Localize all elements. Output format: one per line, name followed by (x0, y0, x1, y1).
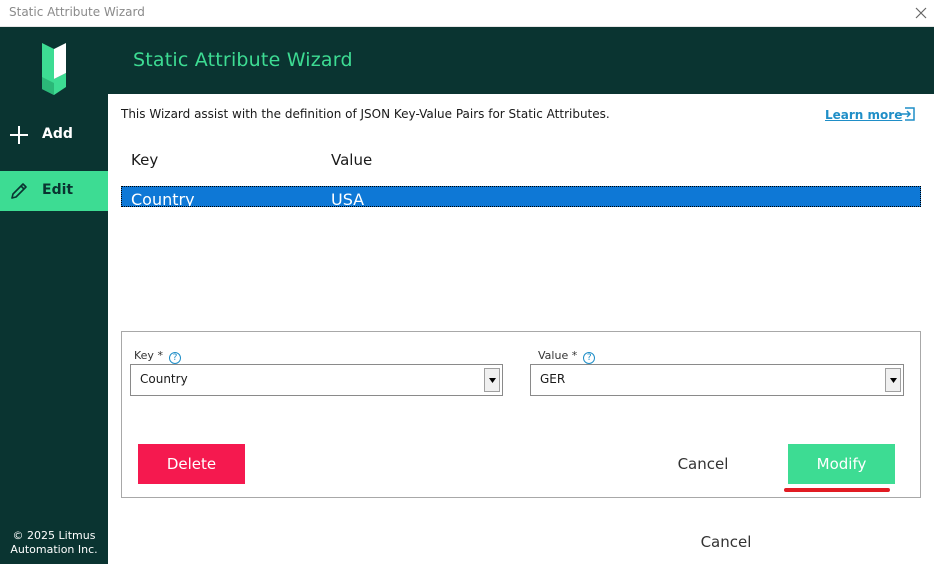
key-dropdown-button[interactable] (484, 368, 500, 392)
window-title: Static Attribute Wizard (9, 5, 145, 19)
value-combobox-value: GER (540, 372, 566, 386)
highlight-underline (784, 488, 890, 492)
close-button[interactable] (910, 2, 932, 24)
close-icon (915, 7, 927, 19)
cell-value: USA (331, 190, 365, 207)
learn-more-link[interactable]: Learn more (825, 108, 902, 122)
form-cancel-button[interactable]: Cancel (660, 444, 746, 484)
modify-button[interactable]: Modify (788, 444, 895, 484)
pencil-icon (11, 183, 27, 199)
value-combobox[interactable]: GER (530, 364, 904, 396)
key-help-icon[interactable]: ? (168, 352, 181, 364)
plus-icon (10, 126, 28, 144)
sidebar: Add Edit © 2025 Litmus Automation Inc. (0, 27, 108, 564)
copyright: © 2025 Litmus Automation Inc. (10, 529, 98, 556)
cell-key: Country (131, 190, 195, 207)
wizard-cancel-button[interactable]: Cancel (683, 524, 769, 560)
chevron-down-icon (488, 377, 496, 383)
key-combobox[interactable]: Country (130, 364, 503, 396)
external-link-icon[interactable] (899, 106, 917, 122)
chevron-down-icon (889, 377, 897, 383)
sidebar-item-label: Edit (42, 182, 74, 198)
column-header-key: Key (131, 151, 159, 169)
value-dropdown-button[interactable] (885, 368, 901, 392)
delete-button[interactable]: Delete (138, 444, 245, 484)
wizard-description: This Wizard assist with the definition o… (121, 107, 610, 121)
sidebar-item-edit[interactable]: Edit (0, 171, 108, 211)
key-combobox-value: Country (140, 372, 188, 386)
header: Static Attribute Wizard (108, 27, 934, 94)
page-title: Static Attribute Wizard (133, 49, 353, 71)
column-header-value: Value (331, 151, 373, 169)
value-help-icon[interactable]: ? (583, 352, 596, 364)
window-title-bar: Static Attribute Wizard (0, 0, 934, 27)
value-field-label: Value *? (538, 349, 596, 364)
litmus-logo (42, 43, 66, 95)
sidebar-item-add[interactable]: Add (0, 115, 108, 155)
sidebar-item-label: Add (42, 126, 73, 142)
table-row[interactable]: Country USA (121, 186, 921, 207)
key-field-label: Key *? (134, 349, 181, 364)
